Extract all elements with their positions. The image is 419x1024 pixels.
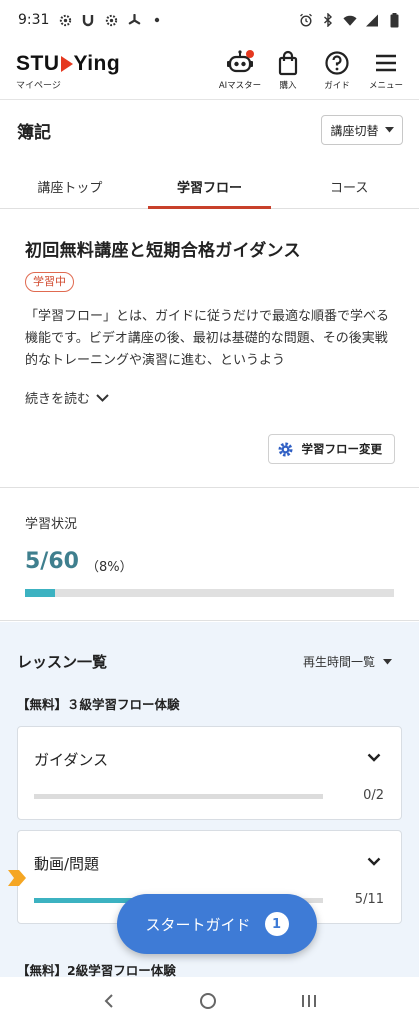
tab-learning-flow[interactable]: 学習フロー <box>140 161 280 209</box>
chevron-down-icon <box>367 753 381 762</box>
home-icon[interactable] <box>199 992 217 1010</box>
caret-down-icon <box>383 658 392 664</box>
course-header: 簿記 講座切替 講座トップ 学習フロー コース <box>0 101 419 209</box>
recents-icon[interactable] <box>300 993 318 1009</box>
fan-icon <box>127 13 141 27</box>
lesson-card-guidance[interactable]: ガイダンス 0/2 <box>17 726 402 820</box>
play-icon <box>60 56 73 72</box>
lesson-list-title: レッスン一覧 <box>17 653 108 671</box>
progress-count: 5/60 <box>25 549 79 574</box>
menu-icon <box>376 54 396 72</box>
mypage-label: マイページ <box>16 81 61 91</box>
start-guide-button[interactable]: スタートガイド 1 <box>117 894 317 954</box>
flow-description: 「学習フロー」とは、ガイドに従うだけで最適な順番で学べる機能です。ビデオ講座の後… <box>25 309 390 368</box>
help-icon <box>325 51 349 75</box>
course-title: 簿記 <box>17 123 51 143</box>
lesson-progress-bar <box>34 794 323 799</box>
tab-course[interactable]: コース <box>279 161 419 209</box>
alarm-icon <box>299 13 313 27</box>
lesson-count: 0/2 <box>363 788 384 803</box>
gear-icon <box>104 13 118 27</box>
lesson-count: 5/11 <box>354 892 384 907</box>
purchase-button[interactable]: 購入 <box>264 50 312 91</box>
studying-logo[interactable]: STU Ying マイページ <box>16 52 120 91</box>
dot-icon <box>150 13 164 27</box>
lesson-card-title: ガイダンス <box>34 751 109 769</box>
tab-course-top[interactable]: 講座トップ <box>0 161 140 209</box>
current-position-marker-icon <box>8 870 26 886</box>
flow-title: 初回無料講座と短期合格ガイダンス <box>25 241 301 261</box>
course-switch-button[interactable]: 講座切替 <box>321 115 403 145</box>
back-icon[interactable] <box>102 993 116 1009</box>
course-tabs: 講座トップ 学習フロー コース <box>0 161 419 209</box>
magnet-icon <box>81 13 95 27</box>
progress-percent: （8%） <box>86 560 133 575</box>
battery-icon <box>387 12 401 27</box>
progress-section: 学習状況 5/60 （8%） <box>0 489 419 621</box>
notification-dot <box>246 50 254 58</box>
lesson-group-title: 【無料】2級学習フロー体験 <box>17 963 176 977</box>
progress-label: 学習状況 <box>25 517 78 532</box>
caret-down-icon <box>384 127 394 133</box>
progress-bar <box>25 589 394 597</box>
read-more-link[interactable]: 続きを読む <box>25 388 109 407</box>
status-bar: 9:31 <box>0 0 419 40</box>
gear-icon <box>278 442 292 456</box>
lesson-group-title: 【無料】３級学習フロー体験 <box>17 697 180 712</box>
guide-count-badge: 1 <box>264 912 289 936</box>
system-nav-bar <box>0 977 419 1024</box>
lesson-card-title: 動画/問題 <box>34 855 100 873</box>
bluetooth-icon <box>321 13 335 27</box>
progress-bar-fill <box>25 589 55 597</box>
ai-master-button[interactable]: AIマスター <box>216 50 264 91</box>
sort-dropdown[interactable]: 再生時間一覧 <box>303 653 392 670</box>
learning-flow-section: 初回無料講座と短期合格ガイダンス 学習中 「学習フロー」とは、ガイドに従うだけで… <box>0 210 419 488</box>
guide-button[interactable]: ガイド <box>313 50 361 91</box>
flow-change-button[interactable]: 学習フロー変更 <box>267 434 395 464</box>
chevron-down-icon <box>367 857 381 866</box>
status-badge: 学習中 <box>25 272 74 292</box>
shopping-bag-icon <box>278 50 298 76</box>
signal-icon <box>365 13 379 27</box>
status-time: 9:31 <box>18 12 50 28</box>
gear-icon <box>58 13 72 27</box>
app-header: STU Ying マイページ AIマスター 購入 ガイド メニュー <box>0 40 419 100</box>
wifi-icon <box>343 13 357 27</box>
menu-button[interactable]: メニュー <box>362 50 410 91</box>
chevron-down-icon <box>96 393 109 402</box>
